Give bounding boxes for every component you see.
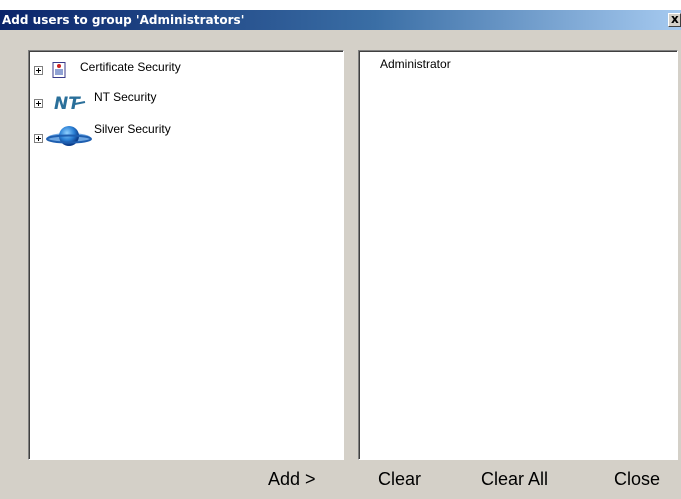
tree-node-label: NT Security	[94, 90, 157, 104]
add-users-dialog: Add users to group 'Administrators' x Ce…	[0, 0, 681, 499]
group-members-list[interactable]: Administrator	[358, 50, 678, 460]
close-button[interactable]: Close	[614, 465, 660, 493]
close-window-button[interactable]: x	[668, 12, 681, 27]
clear-all-button[interactable]: Clear All	[481, 465, 548, 493]
title-bar[interactable]: Add users to group 'Administrators' x	[0, 10, 681, 30]
window-title: Add users to group 'Administrators'	[2, 13, 245, 27]
tree-node-silver-security[interactable]: Silver Security	[30, 122, 330, 146]
list-item[interactable]: Administrator	[380, 57, 451, 71]
expand-icon[interactable]	[34, 134, 43, 143]
tree-node-label: Silver Security	[94, 122, 171, 136]
tree-node-nt-security[interactable]: NT NT Security	[30, 90, 330, 112]
top-margin	[0, 0, 681, 10]
globe-icon	[46, 126, 92, 146]
clear-button[interactable]: Clear	[378, 465, 421, 493]
certificate-icon	[52, 62, 66, 78]
security-tree-pane[interactable]: Certificate Security NT NT Security Silv…	[28, 50, 344, 460]
tree-node-label: Certificate Security	[80, 60, 181, 74]
expand-icon[interactable]	[34, 99, 43, 108]
close-icon: x	[671, 12, 679, 26]
add-button[interactable]: Add >	[268, 465, 316, 493]
tree-node-certificate-security[interactable]: Certificate Security	[30, 60, 330, 80]
expand-icon[interactable]	[34, 66, 43, 75]
nt-logo-icon: NT	[54, 94, 86, 112]
